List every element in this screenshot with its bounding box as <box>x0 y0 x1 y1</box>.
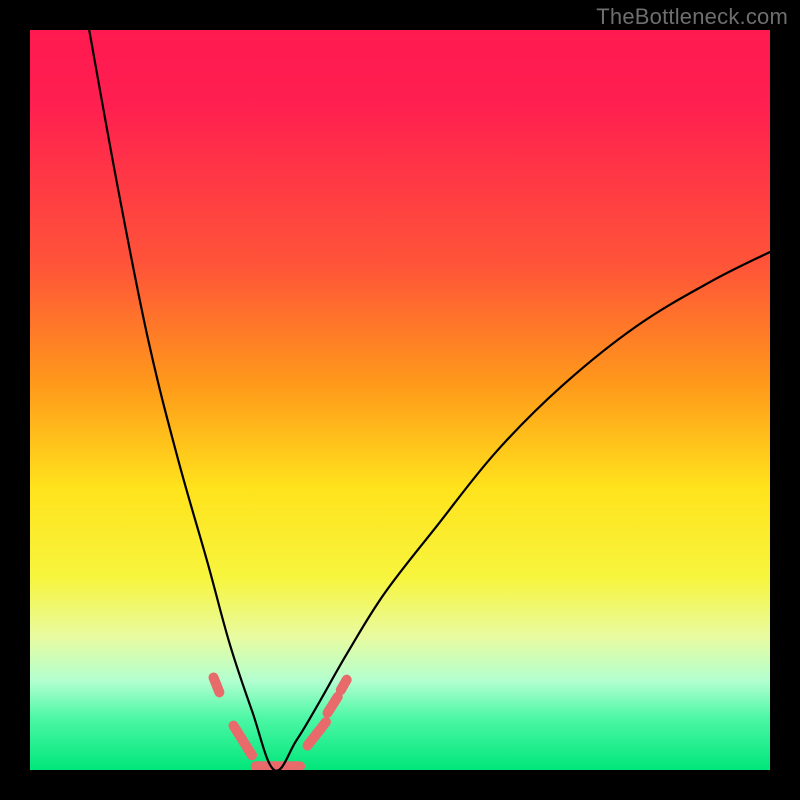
plot-area <box>30 30 770 770</box>
marker-segment <box>214 678 220 693</box>
marker-segment <box>328 697 338 713</box>
marker-segment <box>341 680 347 690</box>
bottleneck-curve <box>89 30 770 770</box>
curve-svg <box>30 30 770 770</box>
marker-segment <box>234 726 253 756</box>
chart-frame: TheBottleneck.com <box>0 0 800 800</box>
marker-segment <box>308 722 327 746</box>
watermark-text: TheBottleneck.com <box>596 4 788 30</box>
